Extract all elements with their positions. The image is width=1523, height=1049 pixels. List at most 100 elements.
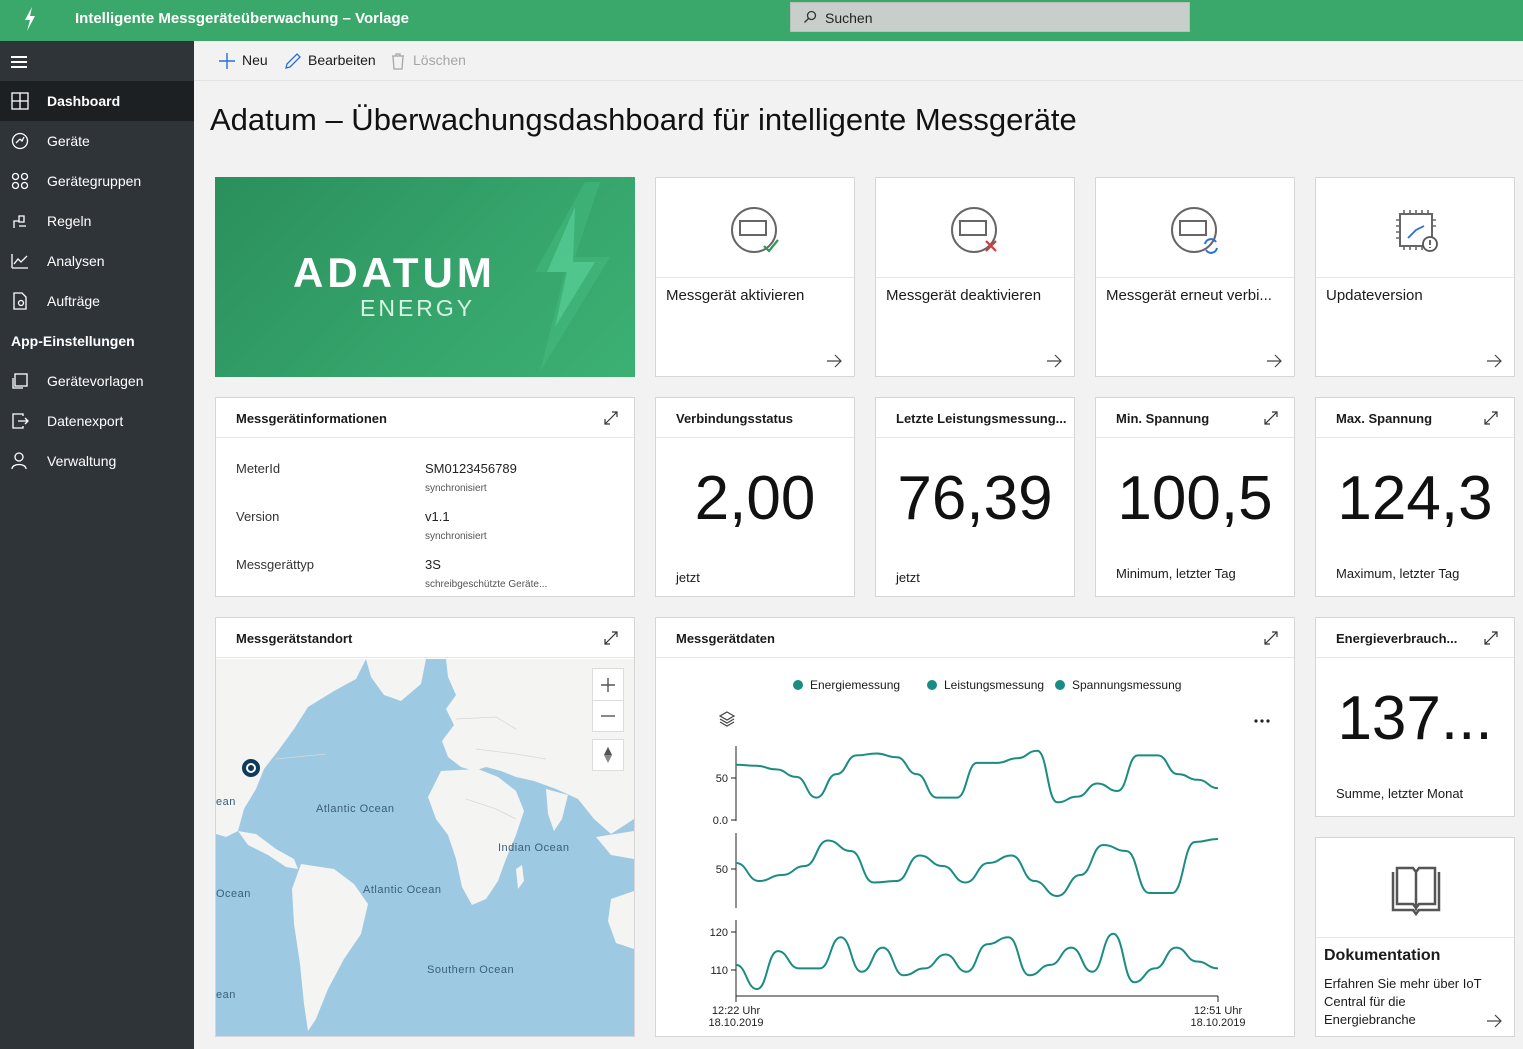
action-tile-update-version[interactable]: Updateversion bbox=[1315, 177, 1515, 377]
kpi-value: 124,3 bbox=[1337, 464, 1493, 533]
search-placeholder: Suchen bbox=[825, 10, 873, 26]
tile-title: Verbindungsstatus bbox=[676, 411, 794, 426]
lightning-decoration-icon bbox=[535, 182, 610, 372]
world-map[interactable]: Atlantic Ocean Indian Ocean Atlantic Oce… bbox=[216, 659, 634, 1036]
tile-title: Energieverbrauch... bbox=[1336, 631, 1458, 646]
sidebar-item-jobs[interactable]: Aufträge bbox=[0, 281, 194, 321]
documentation-title: Dokumentation bbox=[1324, 947, 1441, 964]
kpi-tile-min-voltage: Min. Spannung 100,5 Minimum, letzter Tag bbox=[1095, 397, 1295, 597]
expand-icon[interactable] bbox=[1483, 630, 1499, 646]
legend-label: Spannungsmessung bbox=[1072, 678, 1182, 692]
zoom-in-button[interactable] bbox=[593, 669, 623, 701]
zoom-controls bbox=[592, 668, 624, 732]
sidebar-item-rules[interactable]: Regeln bbox=[0, 201, 194, 241]
action-tile-activate[interactable]: Messgerät aktivieren bbox=[655, 177, 855, 377]
app-header: Intelligente Messgeräteüberwachung – Vor… bbox=[0, 0, 1523, 41]
tile-title: Letzte Leistungsmessung... bbox=[896, 411, 1067, 426]
action-tile-reconnect[interactable]: Messgerät erneut verbi... bbox=[1095, 177, 1295, 377]
data-export-icon bbox=[12, 413, 29, 429]
legend-item-voltage[interactable]: Spannungsmessung bbox=[1055, 678, 1181, 692]
device-templates-icon bbox=[12, 373, 28, 389]
sidebar-item-label: Regeln bbox=[47, 213, 92, 229]
y-tick-label: 120 bbox=[710, 927, 728, 939]
legend-label: Energiemessung bbox=[810, 678, 901, 692]
sidebar-item-label: Analysen bbox=[47, 253, 105, 269]
sidebar-item-data-export[interactable]: Datenexport bbox=[0, 401, 194, 441]
kpi-caption: Summe, letzter Monat bbox=[1336, 786, 1464, 801]
meter-location-pin[interactable] bbox=[242, 759, 260, 777]
expand-icon[interactable] bbox=[1483, 410, 1499, 426]
sidebar-item-label: Aufträge bbox=[47, 293, 100, 309]
sidebar-section-app-settings: App-Einstellungen bbox=[11, 333, 135, 349]
legend-label: Leistungsmessung bbox=[944, 678, 1045, 692]
meter-info-tile: Messgerätinformationen MeterId SM0123456… bbox=[215, 397, 635, 597]
meter-location-tile: Messgerätstandort Atlantic Ocean Indian … bbox=[215, 617, 635, 1037]
kpi-value: 100,5 bbox=[1117, 464, 1273, 533]
layers-icon[interactable] bbox=[718, 710, 736, 728]
sidebar-item-label: Gerätegruppen bbox=[47, 173, 142, 189]
x-tick-date: 18.10.2019 bbox=[1190, 1017, 1245, 1029]
legend-item-power[interactable]: Leistungsmessung bbox=[927, 678, 1044, 692]
arrow-right-icon bbox=[827, 354, 842, 368]
action-tile-deactivate[interactable]: Messgerät deaktivieren bbox=[875, 177, 1075, 377]
info-label: Messgerättyp bbox=[236, 557, 315, 572]
compass-icon bbox=[604, 747, 612, 763]
legend-item-energy[interactable]: Energiemessung bbox=[793, 678, 900, 692]
ocean-label: ean bbox=[216, 989, 236, 1001]
info-sync-status: synchronisiert bbox=[425, 483, 487, 494]
expand-icon[interactable] bbox=[603, 630, 619, 646]
adatum-logo-tile: ADATUM ENERGY bbox=[215, 177, 635, 377]
lightning-logo-icon[interactable] bbox=[22, 6, 38, 32]
tile-title: Max. Spannung bbox=[1336, 411, 1433, 426]
edit-label: Bearbeiten bbox=[308, 52, 376, 68]
arrow-right-icon bbox=[1487, 354, 1502, 368]
sidebar: Dashboard Geräte Gerätegruppen Regeln An… bbox=[0, 41, 194, 1049]
kpi-caption: Minimum, letzter Tag bbox=[1116, 566, 1236, 581]
expand-icon[interactable] bbox=[1263, 410, 1279, 426]
documentation-body: Erfahren Sie mehr über IoT Central für d… bbox=[1324, 976, 1482, 1027]
zoom-out-button[interactable] bbox=[593, 701, 623, 731]
arrow-right-icon bbox=[1487, 1014, 1502, 1028]
info-value: SM0123456789 bbox=[425, 461, 517, 476]
sidebar-item-analytics[interactable]: Analysen bbox=[0, 241, 194, 281]
kpi-value: 137... bbox=[1337, 684, 1493, 753]
tile-title: Messgerätinformationen bbox=[236, 411, 387, 426]
documentation-tile[interactable]: Dokumentation Erfahren Sie mehr über IoT… bbox=[1315, 837, 1515, 1037]
administration-icon bbox=[11, 452, 27, 470]
more-options-icon[interactable] bbox=[1253, 718, 1271, 724]
world-map-land bbox=[216, 659, 634, 1031]
delete-label: Löschen bbox=[413, 52, 466, 68]
dashboard-icon bbox=[11, 92, 29, 110]
meter-activate-icon bbox=[731, 207, 779, 253]
search-box[interactable]: Suchen bbox=[790, 2, 1190, 32]
expand-icon[interactable] bbox=[603, 410, 619, 426]
y-tick-label: 50 bbox=[716, 773, 728, 785]
kpi-caption: jetzt bbox=[896, 570, 920, 585]
kpi-tile-last-power: Letzte Leistungsmessung... 76,39 jetzt bbox=[875, 397, 1075, 597]
sidebar-item-devices[interactable]: Geräte bbox=[0, 121, 194, 161]
kpi-value: 2,00 bbox=[694, 464, 816, 533]
kpi-caption: jetzt bbox=[676, 570, 700, 585]
ocean-label: Ocean bbox=[216, 888, 251, 900]
chart-title: Messgerätdaten bbox=[676, 631, 775, 646]
info-sync-status: schreibgeschützte Geräte... bbox=[425, 579, 548, 590]
sidebar-item-dashboard[interactable]: Dashboard bbox=[0, 81, 194, 121]
compass-button[interactable] bbox=[592, 739, 624, 771]
hamburger-menu-icon[interactable] bbox=[11, 56, 27, 68]
action-label: Messgerät deaktivieren bbox=[886, 287, 1042, 304]
sidebar-item-device-groups[interactable]: Gerätegruppen bbox=[0, 161, 194, 201]
trash-icon bbox=[392, 53, 404, 70]
ocean-label: Indian Ocean bbox=[498, 842, 570, 854]
sidebar-item-device-templates[interactable]: Gerätevorlagen bbox=[0, 361, 194, 401]
action-label: Messgerät erneut verbi... bbox=[1106, 287, 1272, 304]
series-line-0 bbox=[735, 749, 1219, 804]
y-tick-label: 110 bbox=[710, 965, 728, 977]
action-label: Messgerät aktivieren bbox=[666, 287, 805, 304]
search-icon bbox=[804, 10, 817, 23]
expand-icon[interactable] bbox=[1263, 630, 1279, 646]
info-value: 3S bbox=[425, 557, 441, 572]
plus-icon bbox=[219, 53, 235, 69]
info-label: Version bbox=[236, 509, 280, 524]
sidebar-item-label: Geräte bbox=[47, 133, 90, 149]
sidebar-item-administration[interactable]: Verwaltung bbox=[0, 441, 194, 481]
